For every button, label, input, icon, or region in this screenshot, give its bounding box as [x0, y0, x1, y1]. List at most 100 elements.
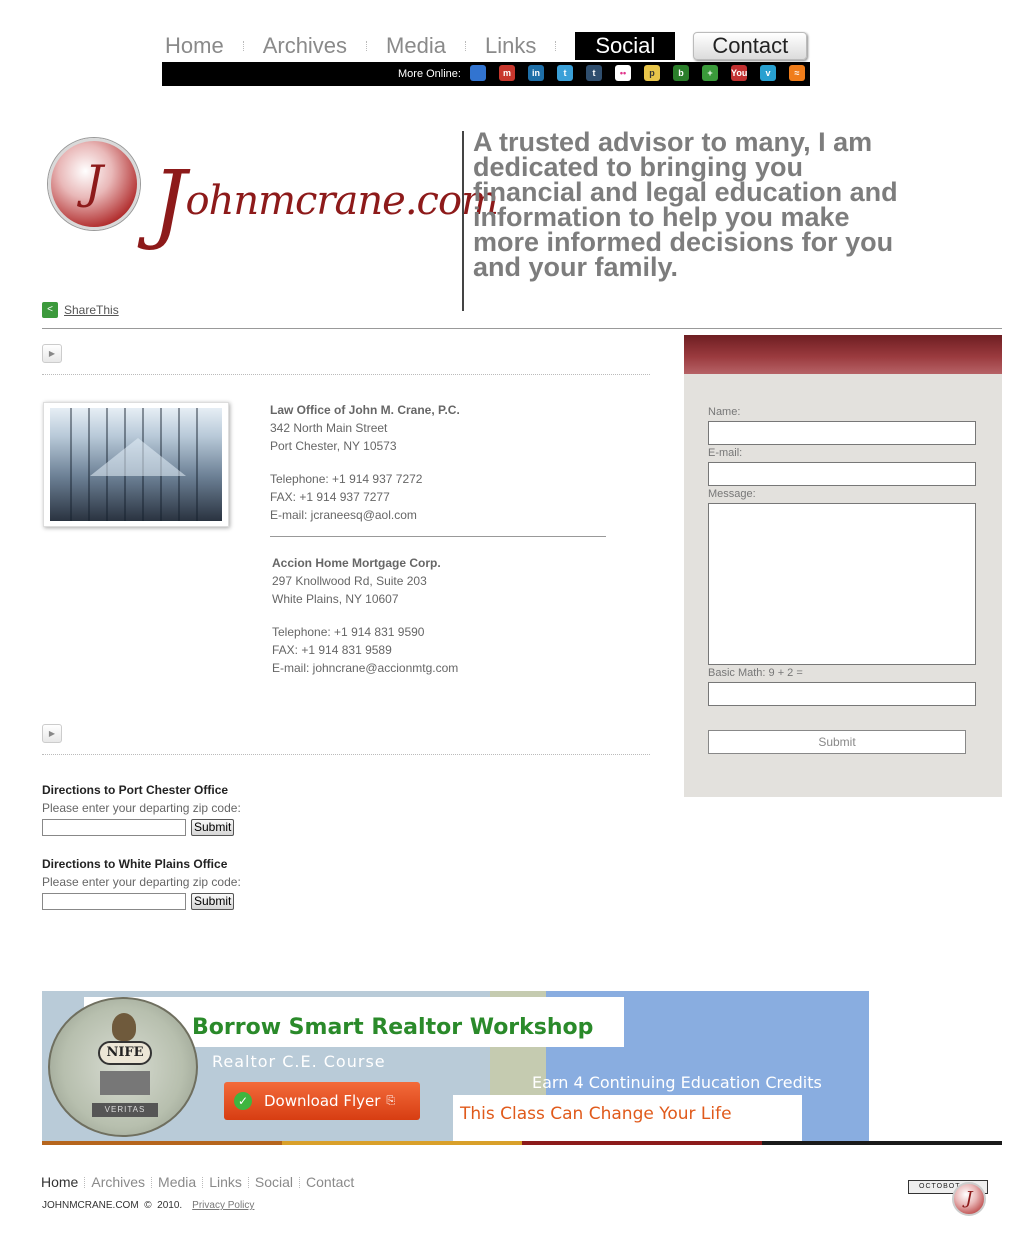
name-field[interactable] [708, 421, 976, 445]
name-label: Name: [708, 406, 741, 418]
blogger-icon[interactable]: b [673, 65, 689, 81]
message-label: Message: [708, 488, 756, 500]
banner-course: Realtor C.E. Course [212, 1052, 386, 1071]
addthis-icon[interactable]: + [702, 65, 718, 81]
download-flyer-button[interactable]: ✓ Download Flyer ⎘ [224, 1082, 420, 1120]
social-icons: m in t t •• p b + You v ≈ [470, 65, 818, 81]
footer-link-archives[interactable]: Archives [91, 1174, 145, 1190]
delicious-icon[interactable] [470, 65, 486, 81]
youtube-icon[interactable]: You [731, 65, 747, 81]
office-email[interactable]: E-mail: jcraneesq@aol.com [270, 506, 460, 524]
math-answer-field[interactable] [708, 682, 976, 706]
office-city: Port Chester, NY 10573 [270, 439, 397, 453]
footer-separator [202, 1176, 204, 1188]
footer-link-social[interactable]: Social [255, 1174, 293, 1190]
tagline: A trusted advisor to many, I am dedicate… [473, 127, 898, 282]
zip-code-input[interactable] [42, 893, 186, 910]
banner-stripe [42, 1141, 1002, 1145]
logo-wordmark: Johnmcrane.com [152, 153, 499, 253]
office-telephone: Telephone: +1 914 937 7272 [270, 472, 423, 486]
nav-media[interactable]: Media [386, 33, 446, 59]
dotted-divider [42, 374, 650, 375]
nav-social[interactable]: Social [575, 32, 676, 60]
sharethis-link[interactable]: < ShareThis [42, 302, 119, 318]
more-online-label: More Online: [398, 68, 461, 80]
nav-separator [555, 41, 557, 51]
footer-separator [247, 1176, 249, 1188]
directions-title: Directions to White Plains Office [42, 857, 228, 871]
message-field[interactable] [708, 503, 976, 665]
footer-separator [151, 1176, 153, 1188]
share-icon: < [42, 302, 58, 318]
contact-submit-button[interactable]: Submit [708, 730, 966, 754]
zip-code-input[interactable] [42, 819, 186, 836]
office-divider [270, 536, 606, 537]
office-name: Law Office of John M. Crane, P.C. [270, 403, 460, 417]
linkedin-icon[interactable]: in [528, 65, 544, 81]
logo-monogram-icon: J [48, 138, 140, 230]
office-photo [43, 402, 229, 527]
office-white-plains: Accion Home Mortgage Corp. 297 Knollwood… [272, 554, 458, 677]
footer-link-media[interactable]: Media [158, 1174, 196, 1190]
nav-separator [366, 41, 368, 51]
footer-nav: Home Archives Media Links Social Contact [41, 1174, 354, 1190]
pdf-icon: ⎘ [386, 1094, 396, 1107]
tagline-divider [462, 131, 464, 311]
office-fax: FAX: +1 914 937 7277 [270, 490, 390, 504]
rss-icon[interactable]: ≈ [789, 65, 805, 81]
top-nav: Home Archives Media Links Social Contact [165, 31, 808, 61]
directions-white-plains: Directions to White Plains Office Please… [42, 855, 241, 910]
nav-archives[interactable]: Archives [263, 33, 347, 59]
dotted-divider [42, 754, 650, 755]
copyright-text: JOHNMCRANE.COM © 2010. [42, 1200, 183, 1211]
footer-link-links[interactable]: Links [209, 1174, 242, 1190]
nav-contact[interactable]: Contact [693, 32, 808, 60]
nav-separator [242, 41, 244, 51]
contact-form-header [684, 335, 1002, 374]
math-label: Basic Math: 9 + 2 = [708, 667, 803, 679]
header-divider [42, 328, 1002, 329]
banner-tagline: This Class Can Change Your Life [460, 1104, 732, 1124]
vimeo-icon[interactable]: v [760, 65, 776, 81]
nav-links[interactable]: Links [485, 33, 536, 59]
expand-arrow-icon[interactable]: ▶ [42, 344, 62, 363]
directions-prompt: Please enter your departing zip code: [42, 801, 241, 815]
mixx-icon[interactable]: m [499, 65, 515, 81]
office-city: White Plains, NY 10607 [272, 592, 399, 606]
tumblr-icon[interactable]: t [586, 65, 602, 81]
office-street: 297 Knollwood Rd, Suite 203 [272, 574, 427, 588]
directions-port-chester: Directions to Port Chester Office Please… [42, 781, 241, 836]
banner-stripe-segment [522, 1141, 762, 1145]
building-image [50, 408, 222, 521]
banner-title: Borrow Smart Realtor Workshop [192, 1015, 594, 1040]
nav-separator [464, 41, 466, 51]
octobot-badge[interactable]: OCTOBOT J [908, 1180, 988, 1218]
octobot-logo-icon: J [952, 1182, 986, 1216]
footer-link-contact[interactable]: Contact [306, 1174, 354, 1190]
directions-title: Directions to Port Chester Office [42, 783, 229, 797]
banner-credits: Earn 4 Continuing Education Credits [532, 1073, 822, 1092]
workshop-banner[interactable]: Borrow Smart Realtor Workshop NIFE VERIT… [42, 991, 869, 1141]
flickr-icon[interactable]: •• [615, 65, 631, 81]
directions-submit-button[interactable]: Submit [191, 893, 235, 910]
office-email[interactable]: E-mail: johncrane@accionmtg.com [272, 659, 458, 677]
office-name: Accion Home Mortgage Corp. [272, 556, 441, 570]
footer-link-home[interactable]: Home [41, 1174, 78, 1190]
download-flyer-label: Download Flyer [264, 1092, 381, 1110]
contact-form: Name: E-mail: Message: Basic Math: 9 + 2… [684, 374, 1002, 797]
share-label[interactable]: ShareThis [64, 303, 119, 317]
check-icon: ✓ [234, 1092, 252, 1110]
copyright: JOHNMCRANE.COM © 2010. Privacy Policy [42, 1200, 254, 1211]
banner-stripe-segment [42, 1141, 282, 1145]
email-field[interactable] [708, 462, 976, 486]
nav-home[interactable]: Home [165, 33, 224, 59]
banner-stripe-segment [282, 1141, 522, 1145]
office-telephone: Telephone: +1 914 831 9590 [272, 625, 425, 639]
site-logo[interactable]: J Johnmcrane.com [42, 135, 499, 280]
posterous-icon[interactable]: p [644, 65, 660, 81]
twitter-icon[interactable]: t [557, 65, 573, 81]
directions-submit-button[interactable]: Submit [191, 819, 235, 836]
privacy-policy-link[interactable]: Privacy Policy [192, 1200, 254, 1211]
expand-arrow-icon[interactable]: ▶ [42, 724, 62, 743]
email-label: E-mail: [708, 447, 743, 459]
